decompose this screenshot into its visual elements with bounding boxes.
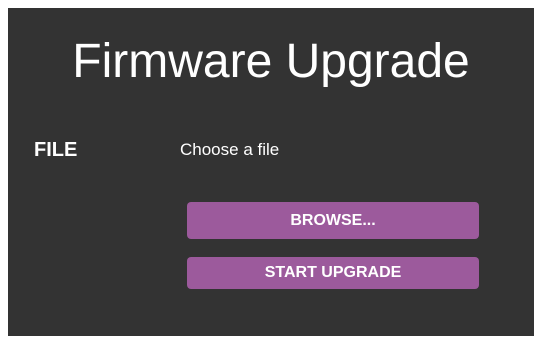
page-title: Firmware Upgrade — [72, 35, 470, 88]
firmware-upgrade-panel: Firmware Upgrade FILE Choose a file BROW… — [8, 8, 534, 336]
file-label: FILE — [34, 139, 78, 161]
browse-button[interactable]: BROWSE... — [187, 202, 479, 239]
selected-file-text: Choose a file — [180, 140, 280, 159]
start-upgrade-button[interactable]: START UPGRADE — [187, 257, 479, 289]
